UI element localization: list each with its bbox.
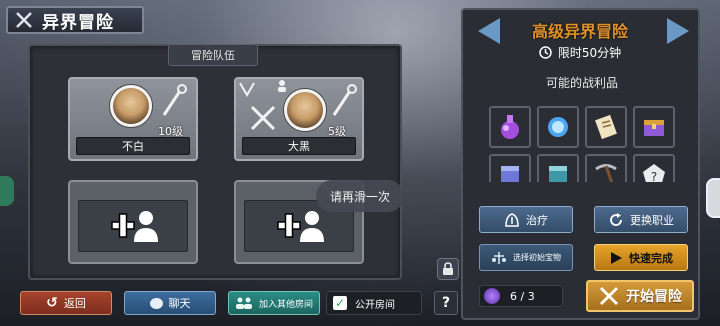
group-icon (235, 297, 252, 309)
help-button[interactable]: ? (434, 291, 458, 315)
chat-bubble-icon (149, 297, 163, 309)
purple-potion-icon (501, 115, 519, 139)
empty-slot-3[interactable] (68, 180, 198, 264)
treasure-tree-icon (492, 251, 506, 264)
member-slot-1[interactable]: 10级 不白 (68, 77, 198, 161)
back-arrow-icon: ↺ (46, 295, 58, 311)
chat-button-label: 聊天 (168, 297, 191, 310)
staff-icon (332, 84, 357, 116)
crossed-swords-icon (16, 12, 32, 28)
swipe-hint-tooltip: 请再滑一次 (316, 180, 404, 212)
leader-flag-icon (239, 82, 255, 97)
blue-orb-icon (548, 117, 568, 137)
treasure-box-icon (644, 120, 664, 136)
svg-text:?: ? (651, 170, 657, 182)
back-button[interactable]: ↺ 返回 (20, 291, 112, 315)
person-icon (278, 80, 286, 92)
clock-icon (539, 46, 552, 59)
title-bar: 异界冒险 (6, 6, 144, 34)
teal-crate-icon (549, 166, 567, 182)
next-mode-arrow-icon[interactable] (667, 18, 689, 44)
pickaxe-icon (595, 164, 617, 182)
avatar (110, 85, 152, 127)
loot-item[interactable] (537, 106, 579, 148)
loot-item[interactable] (585, 106, 627, 148)
heal-button[interactable]: 治疗 (479, 206, 573, 233)
loot-item[interactable] (489, 106, 531, 148)
mode-title: 高级异界冒险 (531, 22, 628, 41)
rune-stone-icon: ? (643, 164, 665, 182)
loot-label: 可能的战利品 (545, 76, 618, 90)
public-room-label: 公开房间 (355, 299, 395, 311)
ticket-count: 6 / 3 (479, 285, 563, 307)
switch-job-label: 更换职业 (630, 213, 674, 227)
time-limit-text: 限时50分钟 (557, 46, 622, 60)
choose-treasure-button[interactable]: 选择初始宝物 (479, 244, 573, 271)
join-room-label: 加入其他房间 (258, 299, 313, 310)
team-panel-title: 冒险队伍 (168, 44, 258, 66)
start-adventure-label: 开始冒险 (626, 289, 682, 305)
crossed-swords-icon (600, 287, 618, 305)
add-member-icon (111, 211, 158, 242)
public-room-toggle[interactable]: ✓ 公开房间 (326, 291, 422, 315)
member-slot-2[interactable]: 5级 大黑 (234, 77, 364, 161)
chat-button[interactable]: 聊天 (124, 291, 216, 315)
loot-item[interactable] (537, 154, 579, 182)
blue-crate-icon (501, 166, 519, 182)
back-button-label: 返回 (63, 297, 86, 310)
page-title: 异界冒险 (42, 12, 114, 33)
loot-item[interactable] (633, 106, 675, 148)
staff-icon (162, 84, 187, 116)
loot-item[interactable] (489, 154, 531, 182)
loot-grid: ? (475, 92, 689, 182)
scroll-icon (595, 114, 617, 140)
lock-button[interactable] (437, 258, 459, 280)
member-name: 大黑 (242, 137, 356, 155)
switch-job-button[interactable]: 更换职业 (594, 206, 688, 233)
ticket-count-text: 6 / 3 (510, 289, 535, 303)
side-tab-right[interactable] (706, 178, 720, 218)
join-room-button[interactable]: 加入其他房间 (228, 291, 320, 315)
loot-item[interactable] (585, 154, 627, 182)
member-name: 不白 (76, 137, 190, 155)
time-limit: 限时50分钟 (500, 44, 660, 61)
ticket-icon (484, 288, 500, 304)
loot-item[interactable]: ? (633, 154, 675, 182)
quick-finish-button[interactable]: 快速完成 (594, 244, 688, 271)
side-tab-left[interactable] (0, 176, 14, 206)
play-icon (611, 251, 622, 264)
start-adventure-button[interactable]: 开始冒险 (586, 280, 694, 312)
heal-label: 治疗 (526, 213, 548, 227)
refresh-icon (610, 212, 622, 226)
choose-treasure-label: 选择初始宝物 (513, 253, 561, 262)
prev-mode-arrow-icon[interactable] (478, 18, 500, 44)
lock-icon (443, 262, 453, 275)
crossed-swords-icon (250, 105, 276, 131)
heal-icon (505, 212, 519, 227)
quick-finish-label: 快速完成 (629, 251, 673, 265)
avatar (284, 89, 326, 131)
add-member-icon (277, 211, 324, 242)
checkbox[interactable]: ✓ (333, 296, 347, 310)
